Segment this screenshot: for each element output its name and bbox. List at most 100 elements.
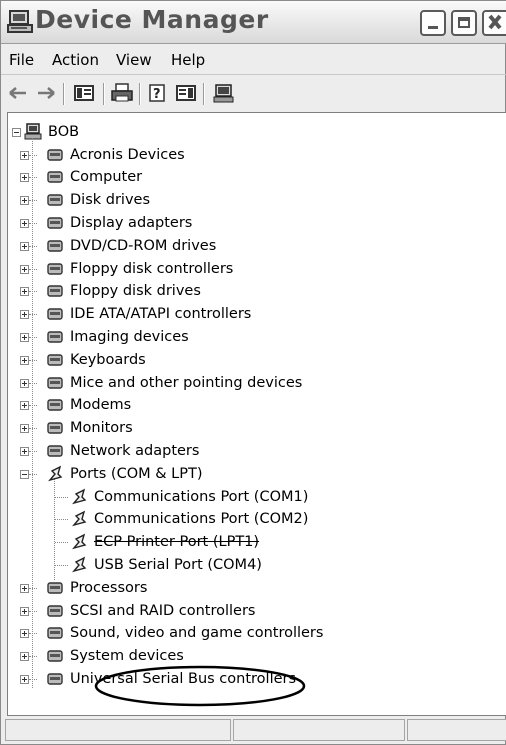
port-icon bbox=[48, 465, 63, 481]
tree-category-label: Display adapters bbox=[70, 214, 193, 231]
tree-line bbox=[29, 473, 37, 475]
tree-line bbox=[55, 564, 68, 566]
tree-line bbox=[29, 336, 37, 338]
tree-line bbox=[29, 359, 37, 361]
tree-category[interactable]: Imaging devices bbox=[46, 326, 189, 348]
tree-category[interactable]: Mice and other pointing devices bbox=[46, 372, 302, 394]
properties-icon[interactable]: ? bbox=[147, 83, 169, 103]
tree-line bbox=[29, 678, 37, 680]
menu-file[interactable]: File bbox=[9, 51, 34, 69]
floppy-drive-icon bbox=[47, 285, 63, 297]
tree-category-label: Acronis Devices bbox=[70, 146, 185, 163]
minimize-button[interactable] bbox=[420, 10, 446, 36]
tree-category[interactable]: Modems bbox=[46, 394, 131, 416]
expand-button[interactable] bbox=[20, 583, 29, 593]
tree-line bbox=[29, 245, 37, 247]
tree-line bbox=[32, 138, 33, 688]
modem-icon bbox=[47, 399, 63, 411]
back-icon[interactable] bbox=[7, 83, 29, 103]
acronis-devices-icon bbox=[47, 148, 63, 161]
toolbar-separator bbox=[139, 83, 141, 105]
expand-button[interactable] bbox=[20, 629, 29, 639]
tree-category[interactable]: Keyboards bbox=[46, 349, 146, 371]
expand-button[interactable] bbox=[20, 674, 29, 684]
tree-category-label: Universal Serial Bus controllers bbox=[70, 670, 297, 687]
scan-hardware-icon[interactable] bbox=[213, 83, 235, 103]
show-hide-console-tree-icon[interactable] bbox=[73, 83, 95, 103]
tree-category[interactable]: Disk drives bbox=[46, 189, 150, 211]
device-manager-window: Device Manager File Action View Help ? B… bbox=[0, 0, 506, 745]
port-item[interactable]: ECP Printer Port (LPT1) bbox=[70, 531, 259, 553]
tree-category[interactable]: Sound, video and game controllers bbox=[46, 622, 323, 644]
expand-button[interactable] bbox=[20, 401, 29, 411]
close-icon bbox=[488, 14, 502, 30]
toolbar-separator bbox=[203, 83, 205, 105]
toolbar-separator bbox=[103, 83, 105, 105]
tree-line bbox=[29, 428, 37, 430]
device-tree[interactable]: BOB Acronis Devices Computer Disk drives Di… bbox=[7, 112, 506, 716]
expand-button[interactable] bbox=[20, 173, 29, 183]
sound-icon bbox=[47, 627, 63, 639]
menu-action[interactable]: Action bbox=[52, 51, 99, 69]
expand-button[interactable] bbox=[20, 241, 29, 251]
tree-line bbox=[29, 610, 37, 612]
port-item[interactable]: Communications Port (COM1) bbox=[70, 486, 308, 508]
port-item[interactable]: Communications Port (COM2) bbox=[70, 508, 308, 530]
collapse-button[interactable] bbox=[20, 469, 29, 479]
tree-category-label: Computer bbox=[70, 169, 143, 186]
expand-button[interactable] bbox=[20, 150, 29, 160]
expand-button[interactable] bbox=[20, 606, 29, 616]
tree-category[interactable]: Ports (COM & LPT) bbox=[46, 463, 202, 485]
tree-category-label: Modems bbox=[70, 397, 132, 414]
menu-view[interactable]: View bbox=[116, 51, 152, 69]
expand-button[interactable] bbox=[20, 310, 29, 320]
tree-category[interactable]: Floppy disk drives bbox=[46, 280, 201, 302]
print-icon[interactable] bbox=[111, 83, 133, 103]
tree-line bbox=[29, 587, 37, 589]
tree-category-label: IDE ATA/ATAPI controllers bbox=[70, 306, 252, 323]
tree-category-label: Floppy disk controllers bbox=[70, 260, 234, 277]
expand-button[interactable] bbox=[20, 264, 29, 274]
port-icon bbox=[72, 510, 87, 527]
tree-category-label: Keyboards bbox=[70, 351, 146, 368]
tree-category[interactable]: Acronis Devices bbox=[46, 144, 185, 166]
expand-button[interactable] bbox=[20, 355, 29, 365]
tree-category[interactable]: Display adapters bbox=[46, 212, 192, 234]
expand-button[interactable] bbox=[20, 196, 29, 206]
port-icon bbox=[72, 488, 87, 504]
usb-icon bbox=[47, 673, 63, 685]
close-button[interactable] bbox=[482, 10, 506, 36]
tree-category[interactable]: System devices bbox=[46, 645, 184, 667]
expand-button[interactable] bbox=[20, 424, 29, 434]
menu-help[interactable]: Help bbox=[171, 51, 205, 69]
tree-category[interactable]: SCSI and RAID controllers bbox=[46, 600, 256, 622]
status-cell bbox=[5, 719, 231, 741]
tree-category-label: System devices bbox=[70, 648, 184, 665]
tree-category[interactable]: Monitors bbox=[46, 417, 133, 439]
tree-category[interactable]: DVD/CD-ROM drives bbox=[46, 235, 216, 257]
tree-category[interactable]: IDE ATA/ATAPI controllers bbox=[46, 303, 251, 325]
port-item-label: ECP Printer Port (LPT1) bbox=[94, 534, 260, 551]
root-collapse-button[interactable] bbox=[12, 128, 21, 137]
expand-button[interactable] bbox=[20, 218, 29, 228]
tree-category[interactable]: Network adapters bbox=[46, 440, 199, 462]
window-title: Device Manager bbox=[35, 5, 269, 34]
tree-category[interactable]: Processors bbox=[46, 577, 147, 599]
expand-button[interactable] bbox=[20, 332, 29, 342]
forward-icon[interactable] bbox=[35, 83, 57, 103]
expand-button[interactable] bbox=[20, 446, 29, 456]
tree-category[interactable]: Universal Serial Bus controllers bbox=[46, 668, 296, 690]
maximize-button[interactable] bbox=[451, 10, 477, 36]
network-adapter-icon bbox=[47, 445, 63, 457]
expand-button[interactable] bbox=[20, 652, 29, 662]
expand-button[interactable] bbox=[20, 378, 29, 388]
tree-line bbox=[29, 154, 37, 156]
tree-category[interactable]: Computer bbox=[46, 166, 142, 188]
title-bar[interactable]: Device Manager bbox=[1, 1, 506, 44]
port-item-label: USB Serial Port (COM4) bbox=[94, 556, 262, 573]
tree-category[interactable]: Floppy disk controllers bbox=[46, 258, 233, 280]
expand-button[interactable] bbox=[20, 287, 29, 297]
help-icon[interactable] bbox=[175, 83, 197, 103]
port-item[interactable]: USB Serial Port (COM4) bbox=[70, 554, 262, 576]
disk-drive-icon bbox=[47, 194, 63, 206]
